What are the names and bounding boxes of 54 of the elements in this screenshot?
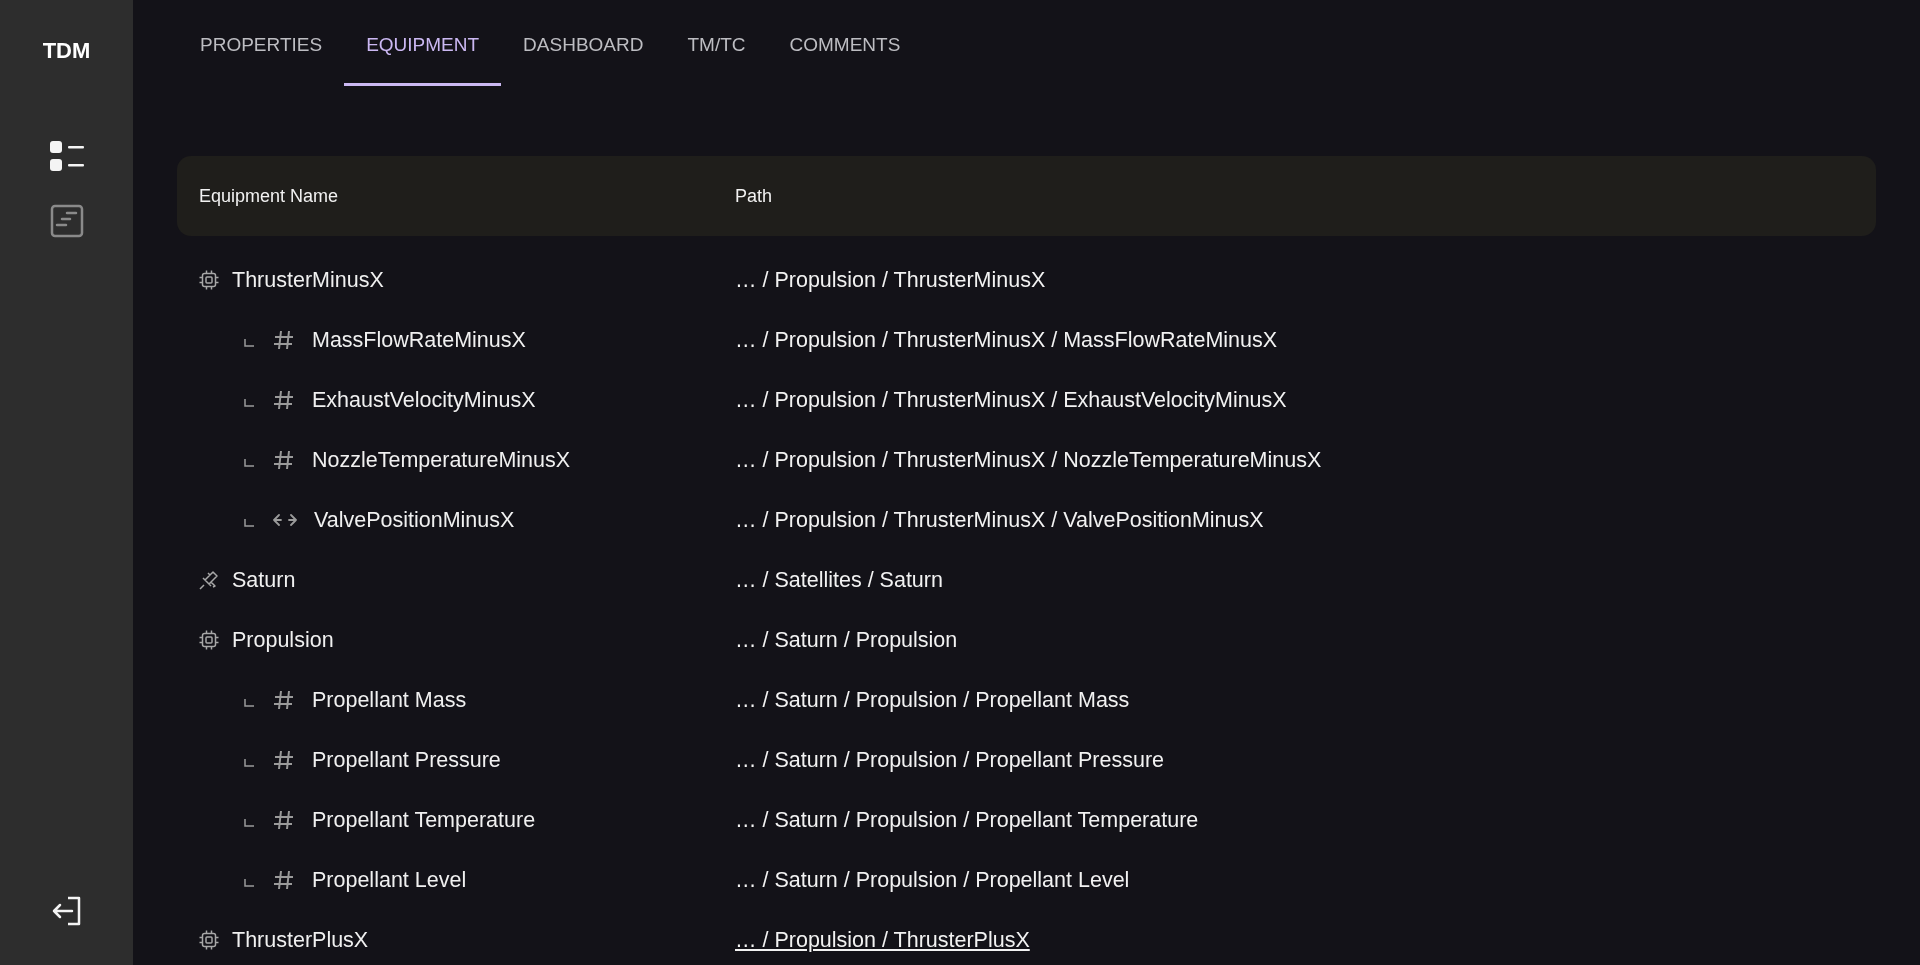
equipment-name: ThrusterPlusX	[232, 927, 369, 953]
path-link[interactable]: … / Saturn / Propulsion / Propellant Mass	[735, 687, 1130, 713]
tree-branch-icon	[244, 699, 254, 707]
tree-branch-icon	[244, 519, 254, 527]
chip-icon	[199, 630, 219, 650]
parameter-name: NozzleTemperatureMinusX	[312, 447, 571, 473]
path-link[interactable]: … / Propulsion / ThrusterMinusX / NozzleTemperatureMinusX	[735, 447, 1322, 473]
column-header: Path	[735, 185, 773, 207]
path-link[interactable]: … / Propulsion / ThrusterMinusX / ValvePositionMinusX	[735, 507, 1264, 533]
parameter-name: Propellant Pressure	[312, 747, 501, 773]
hash-icon	[273, 689, 295, 711]
path-link[interactable]: … / Saturn / Propulsion / Propellant Level	[735, 867, 1130, 893]
equipment-name: Saturn	[232, 567, 296, 593]
path-link[interactable]: … / Propulsion / ThrusterMinusX / MassFlowRateMinusX	[735, 327, 1278, 353]
tab[interactable]: PROPERTIES	[178, 0, 345, 86]
tree-branch-icon	[244, 339, 254, 347]
parameter-name: MassFlowRateMinusX	[312, 327, 526, 353]
path-link[interactable]: … / Propulsion / ThrusterMinusX	[735, 267, 1046, 293]
path-link[interactable]: … / Saturn / Propulsion / Propellant Pressure	[735, 747, 1164, 773]
tab[interactable]: DASHBOARD	[501, 0, 666, 86]
hash-icon	[273, 809, 295, 831]
hash-icon	[273, 869, 295, 891]
document-icon[interactable]	[49, 204, 84, 238]
tab[interactable]: COMMENTS	[767, 0, 923, 86]
equipment-name: ThrusterMinusX	[232, 267, 384, 293]
hash-icon	[273, 389, 295, 411]
parameter-name: Propellant Temperature	[312, 807, 536, 833]
tab[interactable]: EQUIPMENT	[344, 0, 502, 86]
path-link[interactable]: … / Saturn / Propulsion / Propellant Temperature	[735, 807, 1199, 833]
column-header: Equipment Name	[198, 185, 340, 207]
hash-icon	[273, 749, 295, 771]
chip-icon	[199, 930, 219, 950]
parameter-name: ExhaustVelocityMinusX	[312, 387, 536, 413]
path-link[interactable]: … / Propulsion / ThrusterPlusX	[735, 927, 1030, 953]
path-link[interactable]: … / Satellites / Saturn	[735, 567, 943, 593]
path-link[interactable]: … / Saturn / Propulsion	[735, 627, 958, 653]
satellite-icon	[199, 570, 219, 590]
path-link[interactable]: … / Propulsion / ThrusterMinusX / ExhaustVelocityMinusX	[735, 387, 1287, 413]
hash-icon	[273, 449, 295, 471]
equipment-name: Propulsion	[232, 627, 334, 653]
list-icon[interactable]	[48, 139, 85, 173]
parameter-name: Propellant Level	[312, 867, 467, 893]
app-logo: TDM	[42, 38, 91, 64]
tree-branch-icon	[244, 399, 254, 407]
parameter-name: ValvePositionMinusX	[314, 507, 515, 533]
tab[interactable]: TM/TC	[665, 0, 768, 86]
tree-branch-icon	[244, 879, 254, 887]
chip-icon	[199, 270, 219, 290]
tree-branch-icon	[244, 759, 254, 767]
tree-branch-icon	[244, 459, 254, 467]
double-arrow-icon	[273, 513, 297, 527]
hash-icon	[273, 329, 295, 351]
tree-branch-icon	[244, 819, 254, 827]
parameter-name: Propellant Mass	[312, 687, 467, 713]
